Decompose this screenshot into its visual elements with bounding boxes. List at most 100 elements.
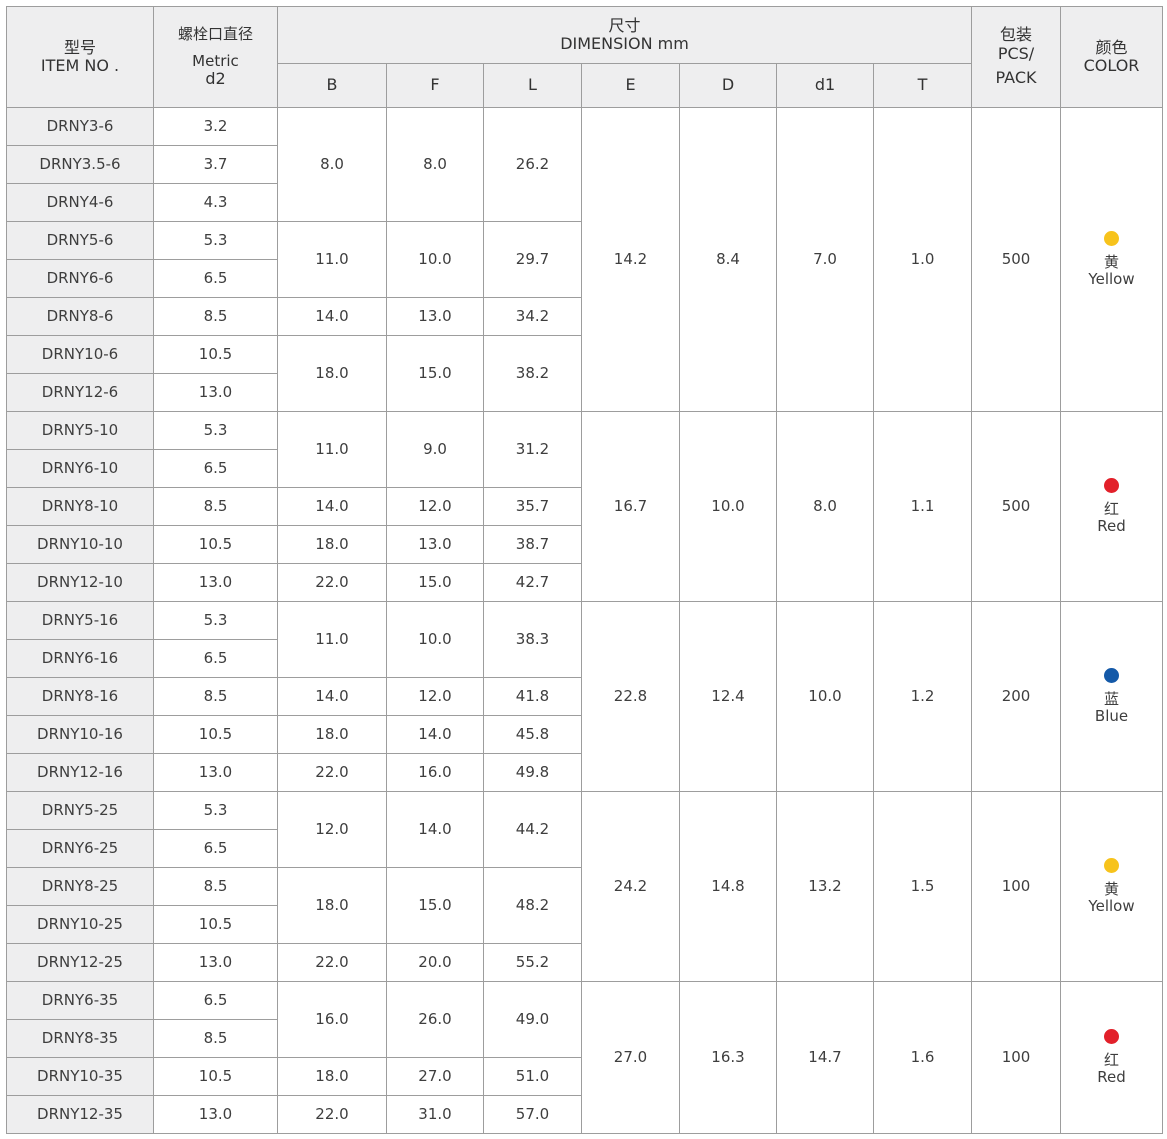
l-cell: 49.8 (483, 753, 582, 792)
b-cell: 14.0 (277, 677, 387, 716)
d1-cell: 14.7 (776, 981, 874, 1134)
item-no-cell: DRNY10-6 (6, 335, 154, 374)
t-cell: 1.6 (872, 981, 973, 1134)
d2-cell: 8.5 (153, 487, 278, 526)
d2-cell: 10.5 (153, 905, 278, 944)
color-header-cn: 颜色 (1095, 37, 1128, 57)
dimension-header-en: DIMENSION mm (560, 34, 689, 53)
item-no-cell: DRNY12-25 (6, 943, 154, 982)
col-header-d: D (679, 63, 777, 108)
d2-cell: 13.0 (153, 943, 278, 982)
b-cell: 16.0 (277, 981, 387, 1058)
item-no-cell: DRNY5-10 (6, 411, 154, 450)
l-cell: 34.2 (483, 297, 582, 336)
color-header-en: COLOR (1083, 56, 1140, 75)
color-name-en: Yellow (1088, 897, 1135, 916)
color-cell: 红 Red (1060, 981, 1164, 1134)
d-cell: 16.3 (679, 981, 777, 1134)
bolt-header-en: Metric (192, 51, 239, 70)
color-cell: 黄 Yellow (1060, 791, 1164, 982)
d1-cell: 7.0 (776, 107, 874, 412)
f-cell: 8.0 (386, 107, 484, 222)
b-cell: 18.0 (277, 335, 387, 412)
l-cell: 29.7 (483, 221, 582, 298)
b-cell: 18.0 (277, 715, 387, 754)
d1-cell: 10.0 (776, 601, 874, 792)
col-header-d1: d1 (776, 63, 874, 108)
pack-cell: 200 (971, 601, 1062, 792)
d2-cell: 6.5 (153, 449, 278, 488)
l-cell: 38.7 (483, 525, 582, 564)
f-cell: 12.0 (386, 487, 484, 526)
f-cell: 9.0 (386, 411, 484, 488)
table-row: DRNY5-25 5.3 12.0 14.0 44.2 24.2 14.8 13.2 1.5 10… (6, 791, 1164, 982)
item-no-cell: DRNY4-6 (6, 183, 154, 222)
b-cell: 22.0 (277, 753, 387, 792)
f-cell: 12.0 (386, 677, 484, 716)
d2-cell: 8.5 (153, 1019, 278, 1058)
f-cell: 27.0 (386, 1057, 484, 1096)
d2-cell: 5.3 (153, 601, 278, 640)
pack-cell: 100 (971, 791, 1062, 982)
b-cell: 14.0 (277, 297, 387, 336)
f-cell: 16.0 (386, 753, 484, 792)
item-no-cell: DRNY8-16 (6, 677, 154, 716)
spec-table-body: DRNY3-6 3.2 8.0 8.0 26.2 14.2 8.4 7.0 1.0 500 黄 Yel… (6, 107, 1164, 1134)
b-cell: 11.0 (277, 411, 387, 488)
col-header-l: L (483, 63, 582, 108)
item-no-cell: DRNY6-6 (6, 259, 154, 298)
e-cell: 27.0 (581, 981, 680, 1134)
item-no-cell: DRNY6-25 (6, 829, 154, 868)
e-cell: 16.7 (581, 411, 680, 602)
color-cell: 蓝 Blue (1060, 601, 1164, 792)
color-dot-icon (1104, 1028, 1120, 1044)
t-cell: 1.0 (872, 107, 973, 412)
l-cell: 51.0 (483, 1057, 582, 1096)
d2-cell: 10.5 (153, 525, 278, 564)
d2-cell: 5.3 (153, 411, 278, 450)
dimension-header-cn: 尺寸 (608, 15, 641, 35)
f-cell: 26.0 (386, 981, 484, 1058)
color-dot-icon (1104, 857, 1120, 873)
b-cell: 18.0 (277, 867, 387, 944)
item-no-cell: DRNY8-35 (6, 1019, 154, 1058)
f-cell: 15.0 (386, 867, 484, 944)
d2-cell: 8.5 (153, 867, 278, 906)
d2-cell: 13.0 (153, 1095, 278, 1134)
color-header: 颜色 COLOR (1060, 6, 1164, 108)
d1-cell: 8.0 (776, 411, 874, 602)
color-name-cn: 黄 (1104, 252, 1120, 271)
bolt-header-cn: 螺栓口直径 (177, 24, 253, 43)
l-cell: 35.7 (483, 487, 582, 526)
d2-cell: 6.5 (153, 829, 278, 868)
e-cell: 24.2 (581, 791, 680, 982)
d2-cell: 6.5 (153, 639, 278, 678)
d2-cell: 10.5 (153, 335, 278, 374)
item-no-cell: DRNY6-35 (6, 981, 154, 1020)
d2-cell: 6.5 (153, 981, 278, 1020)
color-dot-icon (1104, 667, 1120, 683)
l-cell: 38.3 (483, 601, 582, 678)
d2-cell: 13.0 (153, 563, 278, 602)
pack-header-en1: PCS/ (997, 43, 1035, 63)
table-row: DRNY3-6 3.2 8.0 8.0 26.2 14.2 8.4 7.0 1.0 500 黄 Yel… (6, 107, 1164, 412)
d2-cell: 6.5 (153, 259, 278, 298)
b-cell: 22.0 (277, 943, 387, 982)
spec-table: 型号 ITEM NO . 螺栓口直径 Metric d2 尺寸 DIMENSION mm… (6, 6, 1164, 1134)
d2-cell: 5.3 (153, 791, 278, 830)
f-cell: 13.0 (386, 297, 484, 336)
item-no-cell: DRNY8-25 (6, 867, 154, 906)
pack-header-cn: 包装 (1000, 25, 1033, 45)
l-cell: 31.2 (483, 411, 582, 488)
l-cell: 42.7 (483, 563, 582, 602)
f-cell: 20.0 (386, 943, 484, 982)
d2-cell: 8.5 (153, 677, 278, 716)
l-cell: 26.2 (483, 107, 582, 222)
item-no-cell: DRNY8-10 (6, 487, 154, 526)
col-header-f: F (386, 63, 484, 108)
d2-cell: 8.5 (153, 297, 278, 336)
item-no-cell: DRNY6-10 (6, 449, 154, 488)
table-row: DRNY5-16 5.3 11.0 10.0 38.3 22.8 12.4 10.0 1.2 20… (6, 601, 1164, 792)
bolt-header-symbol: d2 (205, 69, 226, 89)
item-no-cell: DRNY10-25 (6, 905, 154, 944)
